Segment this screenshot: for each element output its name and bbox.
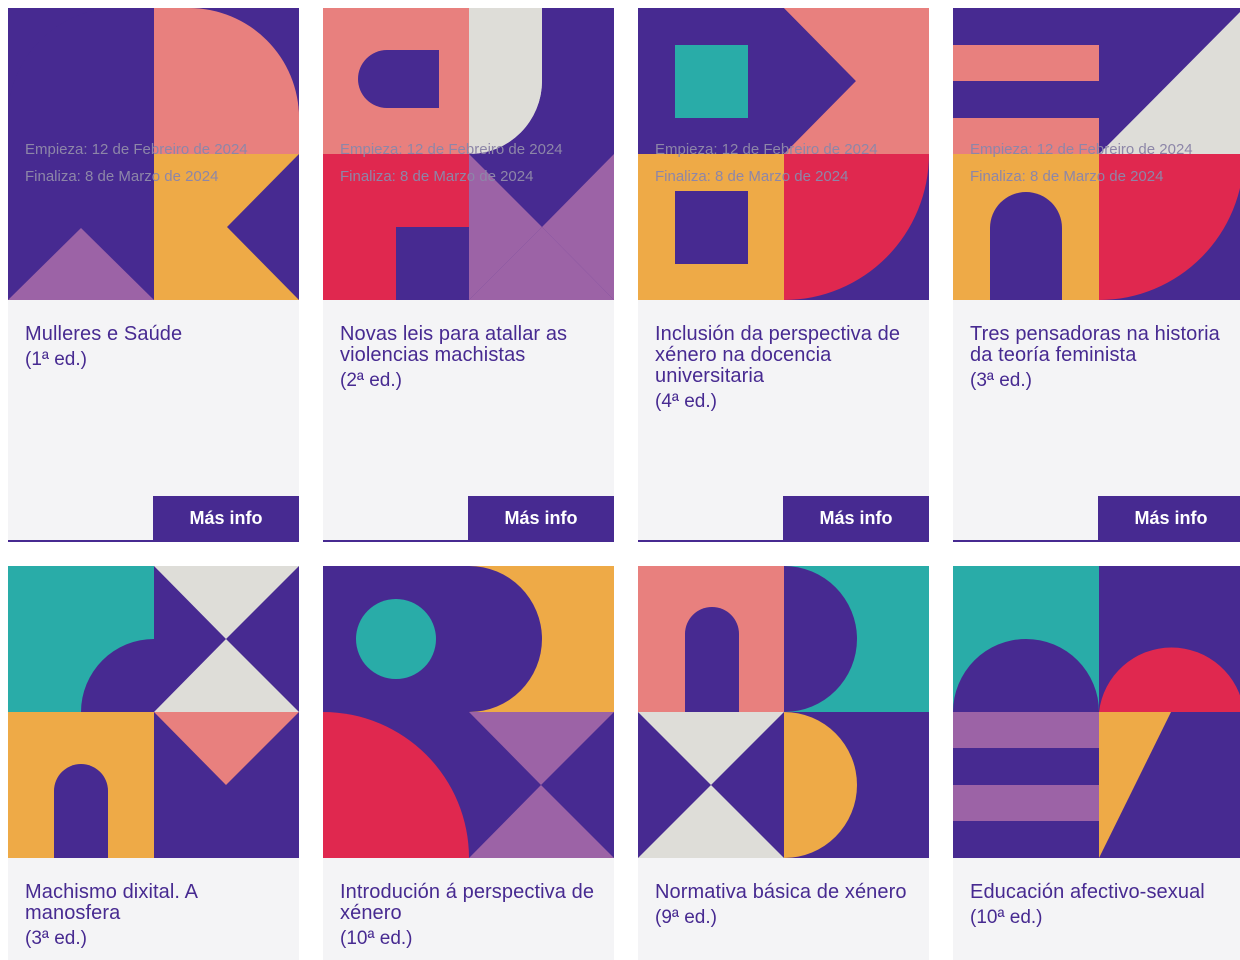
course-card: Novas leis para atallar as violencias ma… — [323, 8, 614, 542]
end-date: Finaliza: 8 de Marzo de 2024 — [655, 168, 849, 185]
course-title[interactable]: Tres pensadoras na historia da teoría fe… — [970, 324, 1227, 366]
course-image[interactable] — [638, 566, 929, 858]
course-dates: Empieza: 12 de Febreiro de 2024 Finaliza… — [340, 136, 563, 190]
course-title[interactable]: Normativa básica de xénero — [655, 882, 912, 903]
end-date: Finaliza: 8 de Marzo de 2024 — [970, 168, 1164, 185]
end-date: Finaliza: 8 de Marzo de 2024 — [25, 168, 219, 185]
course-card: Tres pensadoras na historia da teoría fe… — [953, 8, 1240, 542]
start-date: Empieza: 12 de Febreiro de 2024 — [970, 141, 1193, 158]
more-info-button[interactable]: Más info — [783, 496, 929, 540]
more-info-button[interactable]: Más info — [468, 496, 614, 540]
course-edition: (9ª ed.) — [655, 907, 717, 928]
course-image[interactable] — [953, 566, 1240, 858]
start-date: Empieza: 12 de Febreiro de 2024 — [655, 141, 878, 158]
course-title[interactable]: Machismo dixital. A manosfera — [25, 882, 282, 924]
course-title[interactable]: Mulleres e Saúde — [25, 324, 282, 345]
course-card: Inclusión da perspectiva de xénero na do… — [638, 8, 929, 542]
course-title[interactable]: Inclusión da perspectiva de xénero na do… — [655, 324, 912, 387]
course-image[interactable] — [8, 566, 299, 858]
course-edition: (1ª ed.) — [25, 349, 87, 370]
course-grid: Mulleres e Saúde (1ª ed.) Empieza: 12 de… — [0, 0, 1240, 960]
course-edition: (3ª ed.) — [25, 928, 87, 949]
more-info-button[interactable]: Más info — [1098, 496, 1240, 540]
course-edition: (3ª ed.) — [970, 370, 1032, 391]
start-date: Empieza: 12 de Febreiro de 2024 — [340, 141, 563, 158]
course-image[interactable] — [323, 566, 614, 858]
course-title[interactable]: Novas leis para atallar as violencias ma… — [340, 324, 597, 366]
course-card: Mulleres e Saúde (1ª ed.) Empieza: 12 de… — [8, 8, 299, 542]
end-date: Finaliza: 8 de Marzo de 2024 — [340, 168, 534, 185]
start-date: Empieza: 12 de Febreiro de 2024 — [25, 141, 248, 158]
course-edition: (4ª ed.) — [655, 391, 717, 412]
course-card: Introdución á perspectiva de xénero (10ª… — [323, 566, 614, 960]
course-edition: (2ª ed.) — [340, 370, 402, 391]
course-card: Normativa básica de xénero (9ª ed.) — [638, 566, 929, 960]
course-edition: (10ª ed.) — [340, 928, 413, 949]
course-card: Machismo dixital. A manosfera (3ª ed.) — [8, 566, 299, 960]
course-dates: Empieza: 12 de Febreiro de 2024 Finaliza… — [655, 136, 878, 190]
course-title[interactable]: Introdución á perspectiva de xénero — [340, 882, 597, 924]
course-dates: Empieza: 12 de Febreiro de 2024 Finaliza… — [970, 136, 1193, 190]
more-info-button[interactable]: Más info — [153, 496, 299, 540]
course-card: Educación afectivo-sexual (10ª ed.) — [953, 566, 1240, 960]
course-edition: (10ª ed.) — [970, 907, 1043, 928]
course-dates: Empieza: 12 de Febreiro de 2024 Finaliza… — [25, 136, 248, 190]
course-title[interactable]: Educación afectivo-sexual — [970, 882, 1227, 903]
